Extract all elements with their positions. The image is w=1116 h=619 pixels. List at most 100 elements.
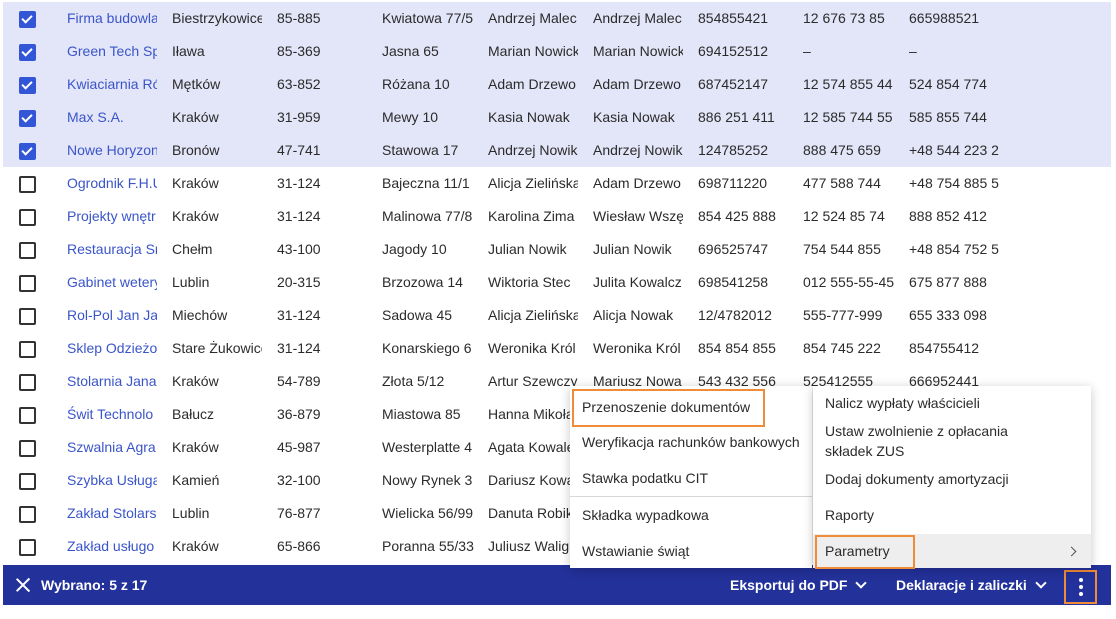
row-checkbox[interactable] <box>19 473 36 490</box>
cell-contact: Alicja Zielińska <box>488 175 578 191</box>
row-checkbox[interactable] <box>19 110 36 127</box>
table-row[interactable]: Sklep Odzieżo Stare Żukowice 31-124 Konarsk… <box>3 332 1111 365</box>
cell-contact: Marian Nowicki <box>488 43 578 59</box>
row-checkbox[interactable] <box>19 308 36 325</box>
cell-postal: 76-877 <box>277 505 321 521</box>
cell-contact2: Alicja Nowak <box>593 307 674 323</box>
cell-company[interactable]: Max S.A. <box>67 101 157 134</box>
row-checkbox[interactable] <box>19 242 36 259</box>
table-row[interactable]: Green Tech Sp Iława 85-369 Jasna 65 Marian N… <box>3 35 1111 68</box>
menu-item-wstawianie-swiat[interactable]: Wstawianie świąt <box>570 541 812 561</box>
row-checkbox[interactable] <box>19 374 36 391</box>
cell-street: Sadowa 45 <box>382 307 453 323</box>
cell-postal: 45-987 <box>277 439 321 455</box>
row-checkbox[interactable] <box>19 143 36 160</box>
declarations-button[interactable]: Deklaracje i zaliczki <box>896 565 1047 605</box>
cell-company[interactable]: Nowe Horyzon <box>67 134 157 167</box>
cell-phone3: +48 854 752 5 <box>909 241 999 257</box>
row-checkbox[interactable] <box>19 11 36 28</box>
cell-street: Stawowa 17 <box>382 142 459 158</box>
more-actions-button[interactable] <box>1064 570 1097 604</box>
menu-item-stawka-podatku-cit[interactable]: Stawka podatku CIT <box>570 468 812 488</box>
cell-postal: 43-100 <box>277 241 321 257</box>
cell-phone2: 854 745 222 <box>803 340 881 356</box>
cell-phone: 124785252 <box>698 142 769 158</box>
row-checkbox[interactable] <box>19 539 36 556</box>
cell-company[interactable]: Restauracja Sm <box>67 233 157 266</box>
cell-contact: Karolina Zima <box>488 208 575 224</box>
cell-company[interactable]: Firma budowla <box>67 2 157 35</box>
cell-contact2: Andrzej Nowik <box>593 142 683 158</box>
row-checkbox[interactable] <box>19 341 36 358</box>
cell-company[interactable]: Stolarnia Jana <box>67 365 157 398</box>
export-pdf-button[interactable]: Eksportuj do PDF <box>730 565 868 605</box>
cell-contact: Adam Drzewo <box>488 76 576 92</box>
cell-company[interactable]: Sklep Odzieżo <box>67 332 157 365</box>
cell-street: Bajeczna 11/1 <box>382 175 470 191</box>
row-checkbox[interactable] <box>19 44 36 61</box>
cell-contact: Andrzej Malec <box>488 10 577 26</box>
menu-item-nalicz-wyplaty[interactable]: Nalicz wypłaty właścicieli <box>813 393 1091 413</box>
row-checkbox[interactable] <box>19 209 36 226</box>
table-row[interactable]: Gabinet wetery Lublin 20-315 Brzozowa 14 Wik… <box>3 266 1111 299</box>
table-row[interactable]: Nowe Horyzon Bronów 47-741 Stawowa 17 Andrze… <box>3 134 1111 167</box>
cell-phone3: +48 544 223 2 <box>909 142 999 158</box>
selection-count: Wybrano: 5 z 17 <box>41 577 148 593</box>
menu-item-zwolnienie-zus[interactable]: Ustaw zwolnienie z opłacania składek ZUS <box>813 421 1067 461</box>
table-row[interactable]: Max S.A. Kraków 31-959 Mewy 10 Kasia Nowak Ka… <box>3 101 1111 134</box>
cell-phone2: 477 588 744 <box>803 175 881 191</box>
row-checkbox[interactable] <box>19 77 36 94</box>
row-checkbox[interactable] <box>19 506 36 523</box>
cell-phone: 886 251 411 <box>698 109 775 125</box>
cell-company[interactable]: Kwiaciarnia Ró <box>67 68 157 101</box>
row-checkbox[interactable] <box>19 407 36 424</box>
cell-company[interactable]: Gabinet wetery <box>67 266 157 299</box>
row-checkbox[interactable] <box>19 275 36 292</box>
cell-postal: 31-959 <box>277 109 321 125</box>
cell-phone: 12/4782012 <box>698 307 772 323</box>
cell-phone2: 012 555-55-45 <box>803 274 895 290</box>
cell-company[interactable]: Projekty wnętr <box>67 200 157 233</box>
cell-company[interactable]: Zakład usługo <box>67 530 157 563</box>
cell-company[interactable]: Szwalnia Agra <box>67 431 157 464</box>
cell-contact: Alicja Zielińska <box>488 307 578 323</box>
cell-phone3: 655 333 098 <box>909 307 987 323</box>
cell-street: Nowy Rynek 3 <box>382 472 473 488</box>
menu-item-weryfikacja-rachunkow[interactable]: Weryfikacja rachunków bankowych <box>570 432 812 452</box>
cell-phone3: 854755412 <box>909 340 980 356</box>
cell-street: Kwiatowa 77/5 <box>382 10 474 26</box>
cell-city: Mętków <box>172 76 221 92</box>
row-checkbox[interactable] <box>19 176 36 193</box>
table-row[interactable]: Kwiaciarnia Ró Mętków 63-852 Różana 10 Adam … <box>3 68 1111 101</box>
row-checkbox[interactable] <box>19 440 36 457</box>
cell-contact: Weronika Król <box>488 340 576 356</box>
chevron-down-icon <box>1035 577 1047 589</box>
menu-item-skladka-wypadkowa[interactable]: Składka wypadkowa <box>570 505 812 525</box>
cell-company[interactable]: Szybka Usługa <box>67 464 157 497</box>
cell-company[interactable]: Świt Technolo <box>67 398 157 431</box>
cell-city: Bałucz <box>172 406 215 422</box>
cell-company[interactable]: Rol-Pol Jan Ja <box>67 299 157 332</box>
menu-item-raporty[interactable]: Raporty <box>813 505 1091 525</box>
cell-city: Kraków <box>172 373 219 389</box>
cell-company[interactable]: Zakład Stolars <box>67 497 157 530</box>
table-row[interactable]: Ogrodnik F.H.U Kraków 31-124 Bajeczna 11/1 A… <box>3 167 1111 200</box>
cell-contact2: Andrzej Malec <box>593 10 682 26</box>
cell-phone3: 675 877 888 <box>909 274 987 290</box>
close-icon[interactable] <box>13 575 33 595</box>
cell-street: Różana 10 <box>382 76 450 92</box>
table-row[interactable]: Rol-Pol Jan Ja Miechów 31-124 Sadowa 45 Alic… <box>3 299 1111 332</box>
menu-divider <box>570 496 812 497</box>
menu-item-dokumenty-amortyzacji[interactable]: Dodaj dokumenty amortyzacji <box>813 469 1091 489</box>
table-row[interactable]: Firma budowla Biestrzykowice 85-885 Kwiatow… <box>3 2 1111 35</box>
table-row[interactable]: Restauracja Sm Chełm 43-100 Jagody 10 Julian… <box>3 233 1111 266</box>
cell-phone2: 12 574 855 44 <box>803 76 893 92</box>
cell-contact: Andrzej Nowik <box>488 142 578 158</box>
table-row[interactable]: Projekty wnętr Kraków 31-124 Malinowa 77/8 K… <box>3 200 1111 233</box>
cell-contact: Artur Szewczy <box>488 373 578 389</box>
cell-company[interactable]: Ogrodnik F.H.U <box>67 167 157 200</box>
cell-company[interactable]: Green Tech Sp <box>67 35 157 68</box>
cell-city: Miechów <box>172 307 228 323</box>
cell-phone2: – <box>803 43 811 59</box>
cell-city: Kraków <box>172 538 219 554</box>
